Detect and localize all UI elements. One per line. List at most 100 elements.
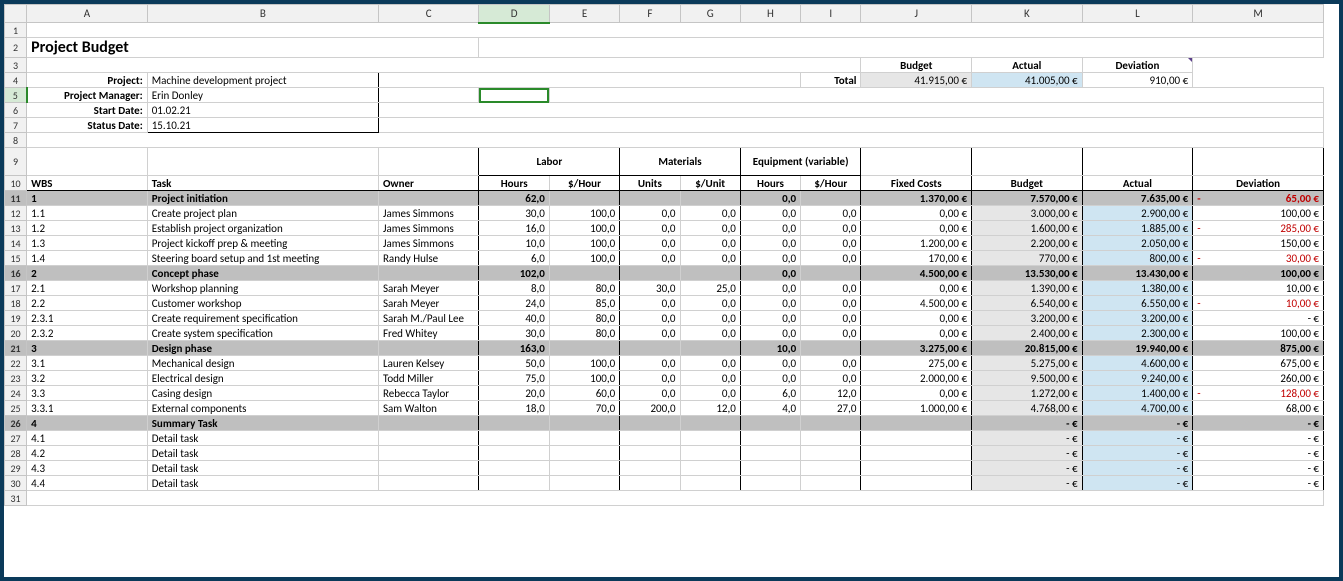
row-2[interactable]: 2 — [5, 38, 27, 58]
cell-labor-hours[interactable]: 8,0 — [479, 281, 549, 296]
cell-units[interactable]: 0,0 — [620, 221, 680, 236]
table-row[interactable]: 162Concept phase102,00,04.500,00 €13.530… — [5, 266, 1324, 281]
cell-owner[interactable] — [378, 191, 479, 206]
row-27[interactable]: 27 — [5, 431, 27, 446]
cell-labor-rate[interactable] — [549, 461, 619, 476]
active-cell[interactable] — [479, 88, 549, 103]
cell-task[interactable]: Detail task — [147, 461, 378, 476]
col-H[interactable]: H — [740, 5, 800, 23]
cell-actual[interactable]: - € — [1082, 476, 1193, 491]
cell-unit-rate[interactable] — [680, 476, 740, 491]
cell-labor-hours[interactable]: 75,0 — [479, 371, 549, 386]
cell-units[interactable]: 0,0 — [620, 371, 680, 386]
table-row[interactable]: 172.1Workshop planningSarah Meyer8,080,0… — [5, 281, 1324, 296]
cell-units[interactable]: 0,0 — [620, 251, 680, 266]
cell-labor-rate[interactable] — [549, 431, 619, 446]
cell-equip-hours[interactable]: 6,0 — [740, 386, 800, 401]
cell-owner[interactable]: Lauren Kelsey — [378, 356, 479, 371]
cell-unit-rate[interactable]: 0,0 — [680, 326, 740, 341]
cell-units[interactable] — [620, 191, 680, 206]
cell-labor-hours[interactable]: 50,0 — [479, 356, 549, 371]
col-D[interactable]: D — [479, 5, 549, 23]
cell-deviation[interactable]: 675,00 € — [1193, 356, 1324, 371]
value-pm[interactable]: Erin Donley — [147, 88, 378, 103]
cell-owner[interactable] — [378, 341, 479, 356]
table-row[interactable]: 182.2Customer workshopSarah Meyer24,085,… — [5, 296, 1324, 311]
cell-unit-rate[interactable] — [680, 416, 740, 431]
cell-equip-hours[interactable]: 0,0 — [740, 251, 800, 266]
cell-equip-rate[interactable]: 12,0 — [801, 386, 861, 401]
cell-owner[interactable]: Sarah Meyer — [378, 281, 479, 296]
cell-fixed[interactable]: 170,00 € — [861, 251, 972, 266]
table-row[interactable]: 121.1Create project planJames Simmons30,… — [5, 206, 1324, 221]
cell-labor-rate[interactable]: 85,0 — [549, 296, 619, 311]
cell-labor-hours[interactable] — [479, 446, 549, 461]
cell-unit-rate[interactable] — [680, 266, 740, 281]
cell-budget[interactable]: 1.272,00 € — [972, 386, 1083, 401]
cell-equip-hours[interactable]: 0,0 — [740, 296, 800, 311]
cell-units[interactable] — [620, 266, 680, 281]
cell-labor-hours[interactable]: 10,0 — [479, 236, 549, 251]
cell-units[interactable]: 0,0 — [620, 206, 680, 221]
row-14[interactable]: 14 — [5, 236, 27, 251]
cell-deviation[interactable]: 100,00 € — [1193, 326, 1324, 341]
cell-owner[interactable]: James Simmons — [378, 206, 479, 221]
cell-wbs[interactable]: 3.1 — [27, 356, 148, 371]
cell-labor-rate[interactable] — [549, 191, 619, 206]
cell-fixed[interactable]: 4.500,00 € — [861, 266, 972, 281]
cell-task[interactable]: Project initiation — [147, 191, 378, 206]
cell-labor-rate[interactable]: 80,0 — [549, 326, 619, 341]
cell-wbs[interactable]: 3.3.1 — [27, 401, 148, 416]
cell-equip-rate[interactable]: 0,0 — [801, 236, 861, 251]
cell-fixed[interactable]: 0,00 € — [861, 221, 972, 236]
cell-actual[interactable]: - € — [1082, 416, 1193, 431]
cell-unit-rate[interactable] — [680, 461, 740, 476]
cell-owner[interactable] — [378, 266, 479, 281]
cell-wbs[interactable]: 2.1 — [27, 281, 148, 296]
cell-deviation[interactable]: 150,00 € — [1193, 236, 1324, 251]
cell-labor-hours[interactable]: 163,0 — [479, 341, 549, 356]
cell-units[interactable] — [620, 341, 680, 356]
cell-wbs[interactable]: 1.4 — [27, 251, 148, 266]
cell-labor-rate[interactable]: 100,0 — [549, 221, 619, 236]
cell-wbs[interactable]: 3 — [27, 341, 148, 356]
cell-unit-rate[interactable]: 0,0 — [680, 251, 740, 266]
cell-unit-rate[interactable] — [680, 191, 740, 206]
cell-equip-rate[interactable] — [801, 416, 861, 431]
row-13[interactable]: 13 — [5, 221, 27, 236]
cell-fixed[interactable]: 0,00 € — [861, 206, 972, 221]
row-11[interactable]: 11 — [5, 191, 27, 206]
column-headers[interactable]: A B C D E F G H I J K L M — [5, 5, 1324, 23]
table-row[interactable]: 243.3Casing designRebecca Taylor20,060,0… — [5, 386, 1324, 401]
row-4[interactable]: 4 — [5, 73, 27, 88]
cell-equip-rate[interactable]: 0,0 — [801, 281, 861, 296]
cell-unit-rate[interactable]: 0,0 — [680, 296, 740, 311]
cell-owner[interactable]: Rebecca Taylor — [378, 386, 479, 401]
cell-owner[interactable]: Fred Whitey — [378, 326, 479, 341]
cell-labor-hours[interactable] — [479, 431, 549, 446]
cell-actual[interactable]: - € — [1082, 461, 1193, 476]
cell-labor-rate[interactable]: 100,0 — [549, 371, 619, 386]
cell-labor-hours[interactable]: 20,0 — [479, 386, 549, 401]
cell-unit-rate[interactable]: 25,0 — [680, 281, 740, 296]
cell-owner[interactable] — [378, 431, 479, 446]
cell-wbs[interactable]: 2 — [27, 266, 148, 281]
cell-equip-rate[interactable] — [801, 341, 861, 356]
table-row[interactable]: 274.1Detail task- €- €- € — [5, 431, 1324, 446]
cell-wbs[interactable]: 3.3 — [27, 386, 148, 401]
cell-task[interactable]: Project kickoff prep & meeting — [147, 236, 378, 251]
cell-deviation[interactable]: -30,00 € — [1193, 251, 1324, 266]
cell-budget[interactable]: - € — [972, 431, 1083, 446]
cell-deviation[interactable]: 10,00 € — [1193, 281, 1324, 296]
cell-task[interactable]: Steering board setup and 1st meeting — [147, 251, 378, 266]
cell-equip-hours[interactable]: 10,0 — [740, 341, 800, 356]
col-B[interactable]: B — [147, 5, 378, 23]
cell-labor-rate[interactable]: 60,0 — [549, 386, 619, 401]
cell-unit-rate[interactable]: 0,0 — [680, 236, 740, 251]
cell-unit-rate[interactable]: 0,0 — [680, 311, 740, 326]
cell-task[interactable]: Create requirement specification — [147, 311, 378, 326]
cell-actual[interactable]: 6.550,00 € — [1082, 296, 1193, 311]
table-row[interactable]: 294.3Detail task- €- €- € — [5, 461, 1324, 476]
cell-labor-rate[interactable]: 100,0 — [549, 236, 619, 251]
cell-equip-hours[interactable]: 0,0 — [740, 206, 800, 221]
